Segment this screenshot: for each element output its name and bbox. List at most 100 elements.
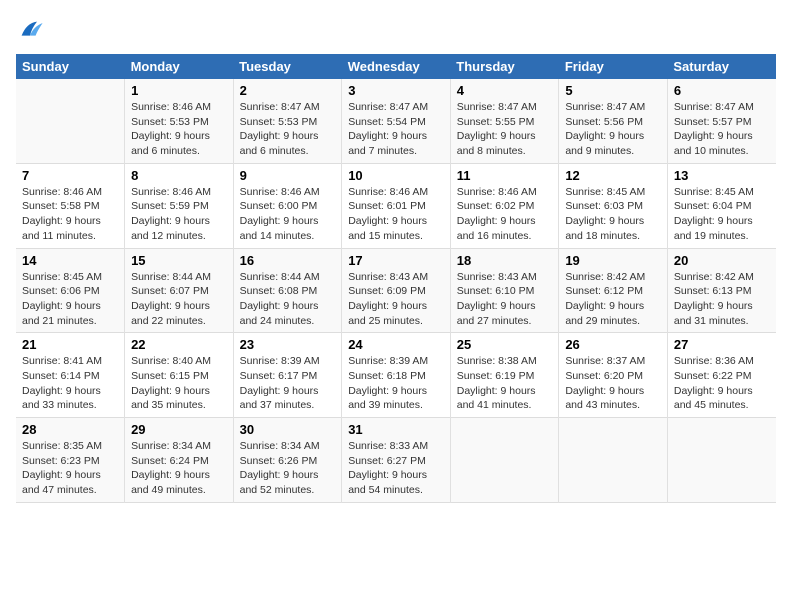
calendar-table: SundayMondayTuesdayWednesdayThursdayFrid… <box>16 54 776 503</box>
day-info: Sunrise: 8:47 AMSunset: 5:55 PMDaylight:… <box>457 100 553 159</box>
calendar-cell: 2 Sunrise: 8:47 AMSunset: 5:53 PMDayligh… <box>233 79 342 163</box>
day-number: 23 <box>240 337 336 352</box>
calendar-cell: 11 Sunrise: 8:46 AMSunset: 6:02 PMDaylig… <box>450 163 559 248</box>
day-number: 16 <box>240 253 336 268</box>
day-info: Sunrise: 8:45 AMSunset: 6:03 PMDaylight:… <box>565 185 661 244</box>
calendar-cell: 22 Sunrise: 8:40 AMSunset: 6:15 PMDaylig… <box>125 333 234 418</box>
day-info: Sunrise: 8:34 AMSunset: 6:24 PMDaylight:… <box>131 439 227 498</box>
day-info: Sunrise: 8:45 AMSunset: 6:06 PMDaylight:… <box>22 270 118 329</box>
day-header-wednesday: Wednesday <box>342 54 451 79</box>
day-number: 20 <box>674 253 770 268</box>
day-number: 2 <box>240 83 336 98</box>
day-number: 6 <box>674 83 770 98</box>
calendar-cell <box>559 418 668 503</box>
calendar-cell: 25 Sunrise: 8:38 AMSunset: 6:19 PMDaylig… <box>450 333 559 418</box>
day-number: 1 <box>131 83 227 98</box>
page-header <box>16 16 776 44</box>
day-header-monday: Monday <box>125 54 234 79</box>
calendar-cell: 21 Sunrise: 8:41 AMSunset: 6:14 PMDaylig… <box>16 333 125 418</box>
day-info: Sunrise: 8:46 AMSunset: 6:02 PMDaylight:… <box>457 185 553 244</box>
day-number: 30 <box>240 422 336 437</box>
day-info: Sunrise: 8:47 AMSunset: 5:56 PMDaylight:… <box>565 100 661 159</box>
day-number: 21 <box>22 337 118 352</box>
day-header-thursday: Thursday <box>450 54 559 79</box>
day-info: Sunrise: 8:46 AMSunset: 5:53 PMDaylight:… <box>131 100 227 159</box>
calendar-cell: 16 Sunrise: 8:44 AMSunset: 6:08 PMDaylig… <box>233 248 342 333</box>
day-info: Sunrise: 8:47 AMSunset: 5:57 PMDaylight:… <box>674 100 770 159</box>
day-number: 15 <box>131 253 227 268</box>
calendar-cell <box>450 418 559 503</box>
calendar-cell: 20 Sunrise: 8:42 AMSunset: 6:13 PMDaylig… <box>667 248 776 333</box>
day-number: 25 <box>457 337 553 352</box>
calendar-cell: 26 Sunrise: 8:37 AMSunset: 6:20 PMDaylig… <box>559 333 668 418</box>
day-number: 26 <box>565 337 661 352</box>
day-number: 31 <box>348 422 444 437</box>
day-info: Sunrise: 8:44 AMSunset: 6:08 PMDaylight:… <box>240 270 336 329</box>
day-number: 13 <box>674 168 770 183</box>
day-number: 11 <box>457 168 553 183</box>
calendar-week-row: 28 Sunrise: 8:35 AMSunset: 6:23 PMDaylig… <box>16 418 776 503</box>
day-header-tuesday: Tuesday <box>233 54 342 79</box>
day-info: Sunrise: 8:46 AMSunset: 6:01 PMDaylight:… <box>348 185 444 244</box>
day-number: 9 <box>240 168 336 183</box>
day-number: 8 <box>131 168 227 183</box>
day-info: Sunrise: 8:45 AMSunset: 6:04 PMDaylight:… <box>674 185 770 244</box>
calendar-cell: 15 Sunrise: 8:44 AMSunset: 6:07 PMDaylig… <box>125 248 234 333</box>
calendar-cell: 24 Sunrise: 8:39 AMSunset: 6:18 PMDaylig… <box>342 333 451 418</box>
calendar-cell: 5 Sunrise: 8:47 AMSunset: 5:56 PMDayligh… <box>559 79 668 163</box>
day-number: 10 <box>348 168 444 183</box>
day-number: 12 <box>565 168 661 183</box>
day-number: 18 <box>457 253 553 268</box>
day-info: Sunrise: 8:43 AMSunset: 6:09 PMDaylight:… <box>348 270 444 329</box>
calendar-week-row: 14 Sunrise: 8:45 AMSunset: 6:06 PMDaylig… <box>16 248 776 333</box>
day-header-sunday: Sunday <box>16 54 125 79</box>
day-info: Sunrise: 8:42 AMSunset: 6:13 PMDaylight:… <box>674 270 770 329</box>
day-info: Sunrise: 8:34 AMSunset: 6:26 PMDaylight:… <box>240 439 336 498</box>
day-info: Sunrise: 8:39 AMSunset: 6:18 PMDaylight:… <box>348 354 444 413</box>
day-info: Sunrise: 8:39 AMSunset: 6:17 PMDaylight:… <box>240 354 336 413</box>
logo-icon <box>16 16 44 44</box>
day-number: 14 <box>22 253 118 268</box>
calendar-week-row: 21 Sunrise: 8:41 AMSunset: 6:14 PMDaylig… <box>16 333 776 418</box>
day-info: Sunrise: 8:41 AMSunset: 6:14 PMDaylight:… <box>22 354 118 413</box>
day-info: Sunrise: 8:46 AMSunset: 6:00 PMDaylight:… <box>240 185 336 244</box>
calendar-cell: 30 Sunrise: 8:34 AMSunset: 6:26 PMDaylig… <box>233 418 342 503</box>
calendar-cell: 23 Sunrise: 8:39 AMSunset: 6:17 PMDaylig… <box>233 333 342 418</box>
calendar-cell: 4 Sunrise: 8:47 AMSunset: 5:55 PMDayligh… <box>450 79 559 163</box>
calendar-cell: 1 Sunrise: 8:46 AMSunset: 5:53 PMDayligh… <box>125 79 234 163</box>
calendar-cell: 3 Sunrise: 8:47 AMSunset: 5:54 PMDayligh… <box>342 79 451 163</box>
day-info: Sunrise: 8:44 AMSunset: 6:07 PMDaylight:… <box>131 270 227 329</box>
calendar-header-row: SundayMondayTuesdayWednesdayThursdayFrid… <box>16 54 776 79</box>
calendar-cell: 19 Sunrise: 8:42 AMSunset: 6:12 PMDaylig… <box>559 248 668 333</box>
calendar-cell <box>16 79 125 163</box>
calendar-cell: 17 Sunrise: 8:43 AMSunset: 6:09 PMDaylig… <box>342 248 451 333</box>
day-header-friday: Friday <box>559 54 668 79</box>
day-info: Sunrise: 8:36 AMSunset: 6:22 PMDaylight:… <box>674 354 770 413</box>
calendar-cell: 28 Sunrise: 8:35 AMSunset: 6:23 PMDaylig… <box>16 418 125 503</box>
day-number: 3 <box>348 83 444 98</box>
day-number: 19 <box>565 253 661 268</box>
calendar-cell: 12 Sunrise: 8:45 AMSunset: 6:03 PMDaylig… <box>559 163 668 248</box>
day-number: 5 <box>565 83 661 98</box>
day-info: Sunrise: 8:35 AMSunset: 6:23 PMDaylight:… <box>22 439 118 498</box>
day-info: Sunrise: 8:46 AMSunset: 5:58 PMDaylight:… <box>22 185 118 244</box>
day-number: 27 <box>674 337 770 352</box>
calendar-cell: 10 Sunrise: 8:46 AMSunset: 6:01 PMDaylig… <box>342 163 451 248</box>
day-info: Sunrise: 8:42 AMSunset: 6:12 PMDaylight:… <box>565 270 661 329</box>
day-info: Sunrise: 8:47 AMSunset: 5:53 PMDaylight:… <box>240 100 336 159</box>
day-number: 4 <box>457 83 553 98</box>
calendar-cell: 13 Sunrise: 8:45 AMSunset: 6:04 PMDaylig… <box>667 163 776 248</box>
day-number: 24 <box>348 337 444 352</box>
calendar-cell: 31 Sunrise: 8:33 AMSunset: 6:27 PMDaylig… <box>342 418 451 503</box>
day-info: Sunrise: 8:38 AMSunset: 6:19 PMDaylight:… <box>457 354 553 413</box>
calendar-cell <box>667 418 776 503</box>
day-number: 29 <box>131 422 227 437</box>
day-info: Sunrise: 8:43 AMSunset: 6:10 PMDaylight:… <box>457 270 553 329</box>
calendar-week-row: 1 Sunrise: 8:46 AMSunset: 5:53 PMDayligh… <box>16 79 776 163</box>
day-header-saturday: Saturday <box>667 54 776 79</box>
day-info: Sunrise: 8:37 AMSunset: 6:20 PMDaylight:… <box>565 354 661 413</box>
day-number: 28 <box>22 422 118 437</box>
calendar-cell: 8 Sunrise: 8:46 AMSunset: 5:59 PMDayligh… <box>125 163 234 248</box>
calendar-cell: 27 Sunrise: 8:36 AMSunset: 6:22 PMDaylig… <box>667 333 776 418</box>
calendar-cell: 9 Sunrise: 8:46 AMSunset: 6:00 PMDayligh… <box>233 163 342 248</box>
